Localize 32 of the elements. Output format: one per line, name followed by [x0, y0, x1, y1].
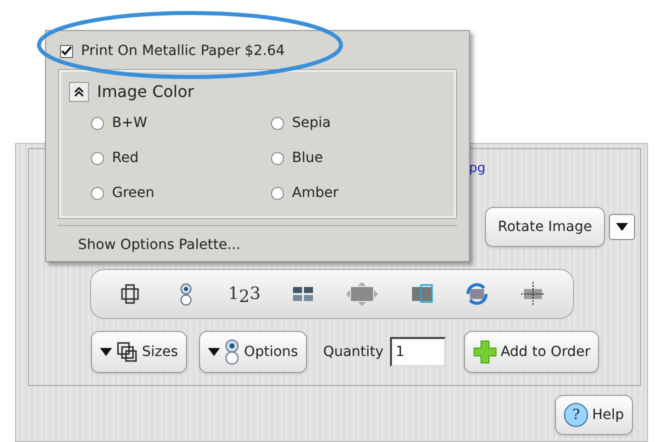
- numbering-icon[interactable]: 1 23: [228, 282, 261, 306]
- quantity-label: Quantity: [323, 342, 384, 362]
- radio-option[interactable]: Sepia: [271, 106, 421, 141]
- sizes-icon: [116, 341, 138, 363]
- radio-option[interactable]: Red: [91, 141, 271, 176]
- help-icon: ?: [564, 403, 588, 427]
- radio-option[interactable]: B+W: [91, 106, 271, 141]
- radio-option[interactable]: Amber: [271, 176, 421, 211]
- caret-icon: [616, 223, 628, 231]
- help-button[interactable]: ? Help: [555, 395, 633, 435]
- radio-option[interactable]: Blue: [271, 141, 421, 176]
- radio-option[interactable]: Green: [91, 176, 271, 211]
- show-palette-item[interactable]: Show Options Palette...: [78, 237, 241, 253]
- resize-icon[interactable]: [345, 281, 380, 307]
- options-icon: [224, 339, 240, 365]
- group-title: Image Color: [97, 81, 194, 103]
- caret-icon: [208, 348, 220, 356]
- caret-icon: [100, 348, 112, 356]
- rotate-icon[interactable]: [464, 281, 490, 307]
- sizes-button[interactable]: Sizes: [91, 331, 188, 373]
- crosshair-icon[interactable]: [520, 281, 546, 307]
- checkmark-icon: [61, 46, 72, 56]
- chevron-icon: [74, 87, 84, 97]
- plus-icon: [472, 340, 497, 364]
- dropdown-button[interactable]: [609, 214, 635, 240]
- metallic-paper-checkbox[interactable]: Print On Metallic Paper $2.64: [60, 41, 457, 61]
- rotate-image-button[interactable]: Rotate Image: [484, 207, 605, 247]
- file-link[interactable]: pg: [469, 161, 486, 176]
- quantity-field[interactable]: 1: [390, 337, 446, 367]
- collapse-button[interactable]: [69, 82, 89, 102]
- add-to-order-button[interactable]: Add to Order: [464, 331, 600, 373]
- options-button[interactable]: Options: [199, 331, 308, 373]
